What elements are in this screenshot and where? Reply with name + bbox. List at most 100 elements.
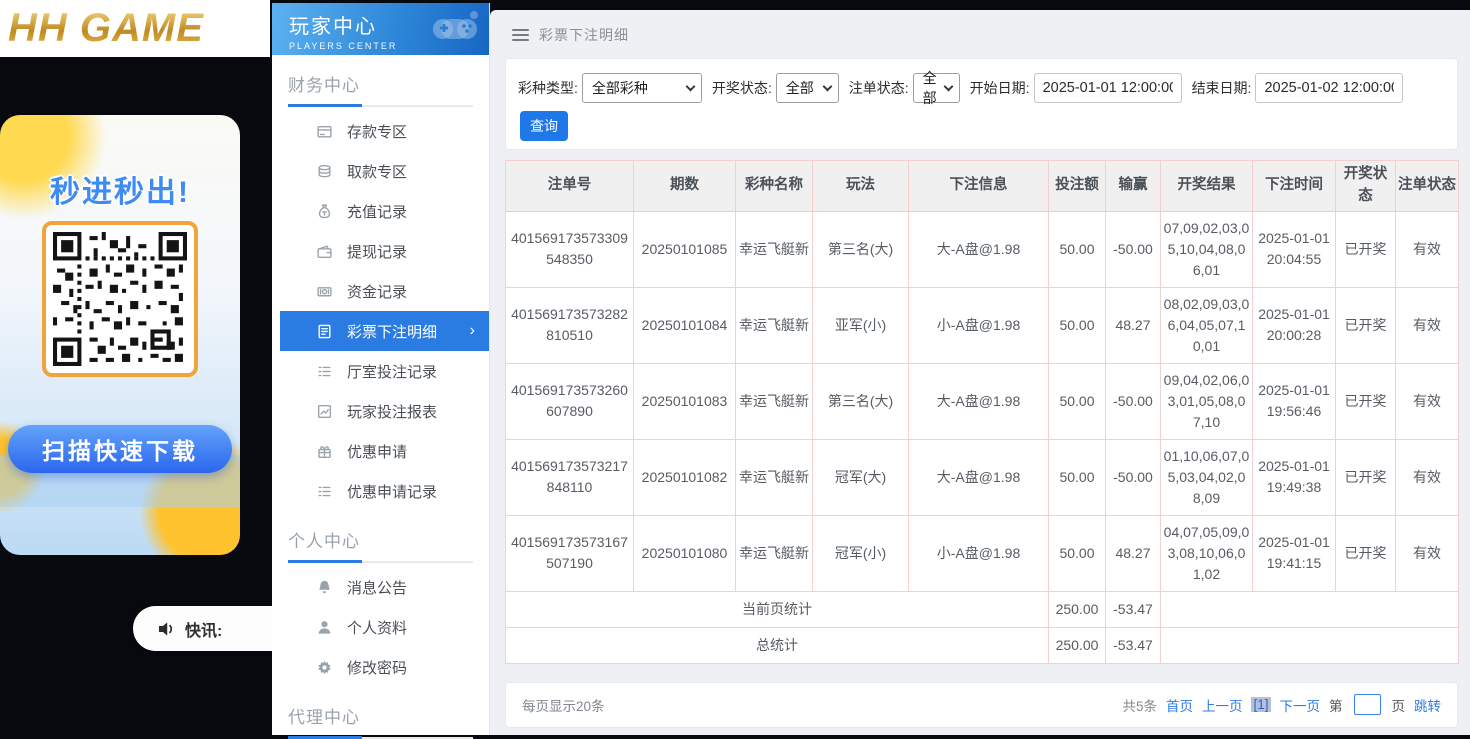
table-cell: 50.00 [1049,287,1106,363]
query-button[interactable]: 查询 [520,111,568,141]
qr-code [42,221,198,377]
table-cell: 50.00 [1049,363,1106,439]
col-header: 注单号 [506,161,634,212]
bet-row: 40156917357326060789020250101083幸运飞艇新第三名… [506,363,1459,439]
summary-row-total: 总统计 250.00 -53.47 [506,627,1459,663]
table-cell: 20250101083 [634,363,736,439]
table-cell: 401569173573217848110 [506,439,634,515]
ticker-label: 快讯: [185,617,222,641]
sidebar-section-label: 个人中心 [288,527,473,552]
bet-row: 40156917357328281051020250101084幸运飞艇新亚军(… [506,287,1459,363]
table-cell: 幸运飞艇新 [736,287,813,363]
section-underline [288,105,473,107]
bell-icon [316,579,333,596]
jump-page-input[interactable] [1354,694,1381,715]
table-cell: 有效 [1396,515,1459,591]
sidebar-section-header: 财务中心 [272,71,489,107]
scan-download-button[interactable]: 扫描快速下载 [8,425,232,473]
next-page-link[interactable]: 下一页 [1280,695,1321,715]
jump-action-link[interactable]: 跳转 [1414,695,1441,715]
funds-cash-icon [316,283,333,300]
table-cell: 亚军(小) [813,287,909,363]
draw-status-select[interactable]: 全部 [776,73,839,103]
summary-win-loss: -53.47 [1106,627,1161,663]
table-cell: 小-A盘@1.98 [909,515,1049,591]
sidebar-item-promo-gift[interactable]: 优惠申请 [272,431,489,471]
order-status-label: 注单状态: [849,78,909,98]
sidebar-item-label: 厅室投注记录 [347,361,437,382]
table-cell: 大-A盘@1.98 [909,439,1049,515]
table-cell: 冠军(大) [813,439,909,515]
table-cell: 20250101085 [634,211,736,287]
table-cell: -50.00 [1106,211,1161,287]
sidebar-item-report-chart[interactable]: 玩家投注报表 [272,391,489,431]
app-download-banner: 秒进秒出! 扫描快速下载 [0,115,240,555]
withdrawal-wallet-icon [316,243,333,260]
sidebar-item-person[interactable]: 个人资料 [272,607,489,647]
sidebar-item-label: 资金记录 [347,281,407,302]
recharge-bag-icon [316,203,333,220]
table-cell: 冠军(小) [813,515,909,591]
sidebar-item-label: 存款专区 [347,121,407,142]
lottery-doc-icon [316,323,333,340]
sidebar-section-label: 财务中心 [288,71,473,96]
table-cell: 401569173573260607890 [506,363,634,439]
sidebar-item-label: 优惠申请记录 [347,481,437,502]
sidebar-item-funds-cash[interactable]: 资金记录 [272,271,489,311]
table-cell: 有效 [1396,439,1459,515]
table-cell: 有效 [1396,287,1459,363]
sidebar-item-deposit-card[interactable]: 存款专区 [272,111,489,151]
table-cell: 已开奖 [1336,363,1396,439]
bet-table-body: 40156917357330954835020250101085幸运飞艇新第三名… [506,211,1459,591]
table-cell: 48.27 [1106,515,1161,591]
prev-page-link[interactable]: 上一页 [1202,695,1243,715]
summary-bet-total: 250.00 [1049,591,1106,627]
site-logo: HH GAME [8,6,204,51]
table-cell: 2025-01-01 20:04:55 [1253,211,1336,287]
sidebar: 玩家中心 PLAYERS CENTER 财务中心存款专区取款专区充值记录提现记录… [272,3,490,735]
start-date-input[interactable] [1034,73,1182,103]
summary-bet-total: 250.00 [1049,627,1106,663]
table-cell: 401569173573282810510 [506,287,634,363]
sidebar-item-withdrawal-wallet[interactable]: 提现记录 [272,231,489,271]
lottery-type-select[interactable]: 全部彩种 [582,73,702,103]
promo-gift-icon [316,443,333,460]
sidebar-item-label: 玩家投注报表 [347,401,437,422]
bet-row: 40156917357321784811020250101082幸运飞艇新冠军(… [506,439,1459,515]
main-content: 彩票下注明细 彩种类型: 全部彩种 开奖状态: 全部 注单状态: 全部 开始日期… [490,10,1470,735]
table-cell: 已开奖 [1336,515,1396,591]
hall-list-icon [316,363,333,380]
col-header: 玩法 [813,161,909,212]
table-cell: 01,10,06,07,05,03,04,02,08,09 [1161,439,1253,515]
sidebar-item-label: 充值记录 [347,201,407,222]
end-date-input[interactable] [1255,73,1403,103]
sidebar-item-lottery-doc[interactable]: 彩票下注明细› [280,311,489,351]
sidebar-item-bell[interactable]: 消息公告 [272,567,489,607]
breadcrumb: 彩票下注明细 [490,10,1470,46]
table-cell: 09,04,02,06,03,01,05,08,07,10 [1161,363,1253,439]
col-header: 注单状态 [1396,161,1459,212]
gamepad-icon [429,8,481,48]
sidebar-item-recharge-bag[interactable]: 充值记录 [272,191,489,231]
table-cell: 第三名(大) [813,211,909,287]
site-logo-bar: HH GAME [0,0,270,57]
report-chart-icon [316,403,333,420]
first-page-link[interactable]: 首页 [1166,695,1193,715]
table-cell: 第三名(大) [813,363,909,439]
table-cell: 20250101084 [634,287,736,363]
chevron-down-icon [685,82,695,92]
sidebar-item-label: 消息公告 [347,577,407,598]
menu-toggle-icon[interactable] [512,29,529,41]
chevron-down-icon [822,82,832,92]
table-cell: 大-A盘@1.98 [909,211,1049,287]
table-cell: 有效 [1396,363,1459,439]
sidebar-item-withdraw-coins[interactable]: 取款专区 [272,151,489,191]
sidebar-item-promo-list[interactable]: 优惠申请记录 [272,471,489,511]
sidebar-item-hall-list[interactable]: 厅室投注记录 [272,351,489,391]
order-status-select[interactable]: 全部 [913,73,960,103]
sidebar-section-header: 代理中心 [272,703,489,739]
sidebar-nav: 财务中心存款专区取款专区充值记录提现记录资金记录彩票下注明细› 厅室投注记录玩家投… [272,71,489,739]
page-size-text: 每页显示20条 [522,695,605,715]
sidebar-item-gear[interactable]: 修改密码 [272,647,489,687]
summary-label: 总统计 [506,627,1049,663]
